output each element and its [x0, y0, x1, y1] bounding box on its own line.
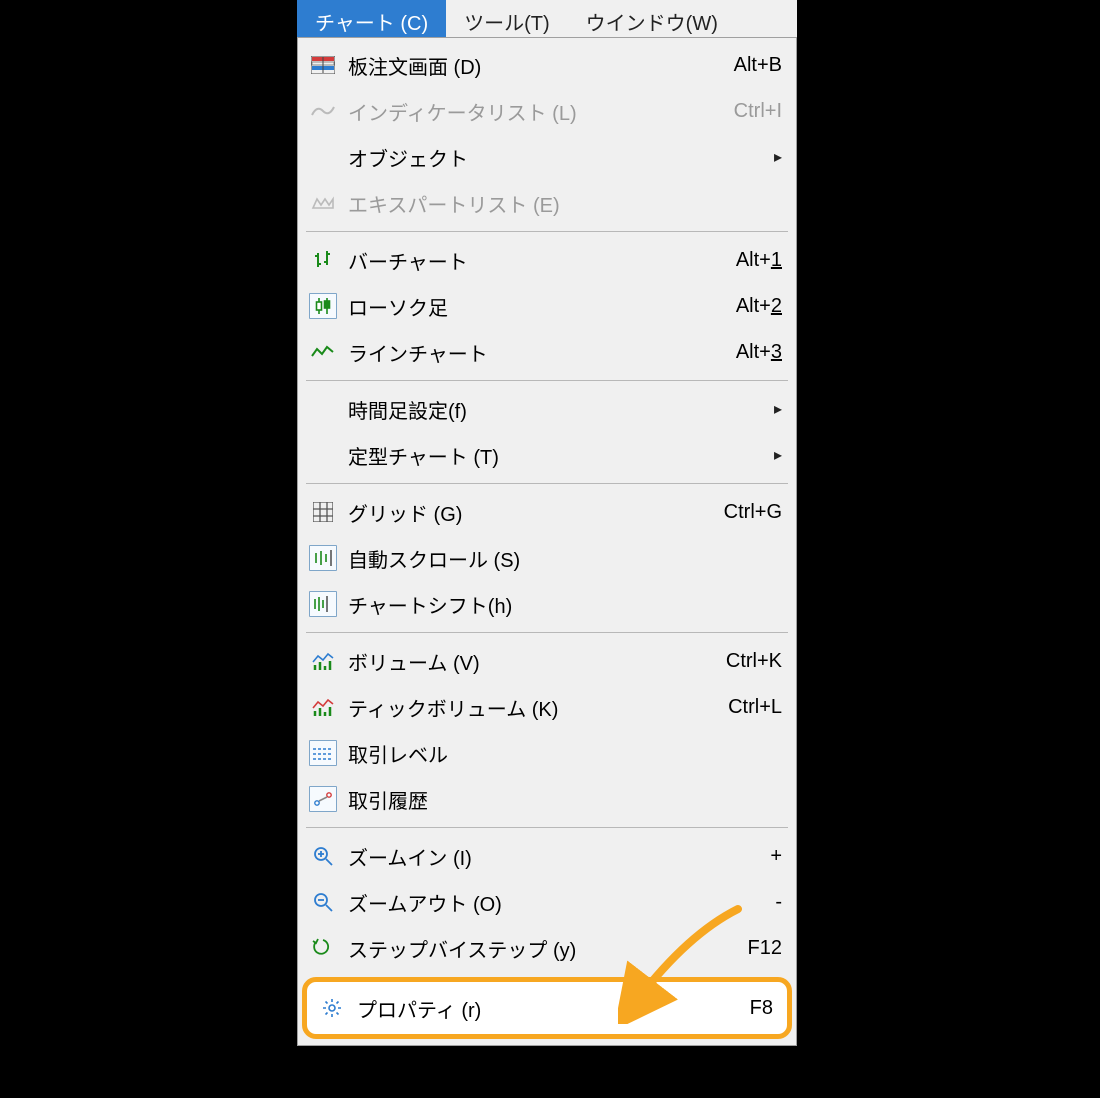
- menu-item-label: プロパティ (r): [357, 994, 699, 1023]
- menu-item-shortcut: Alt+3: [708, 341, 796, 364]
- menu-indicator-list: インディケータリスト (L) Ctrl+I: [298, 88, 796, 134]
- menu-bar-chart[interactable]: バーチャート Alt+1: [298, 237, 796, 283]
- menu-zoom-out[interactable]: ズームアウト (O) -: [298, 879, 796, 925]
- menu-item-shortcut: Alt+2: [708, 295, 796, 318]
- zoom-out-icon: [309, 889, 337, 915]
- menu-item-label: チャートシフト(h): [348, 590, 708, 619]
- menu-item-label: バーチャート: [348, 246, 708, 275]
- depth-icon: [309, 52, 337, 78]
- menu-item-label: ティックボリューム (K): [348, 693, 708, 722]
- chart-dropdown: 板注文画面 (D) Alt+B インディケータリスト (L) Ctrl+I オブ…: [297, 38, 797, 1046]
- menu-item-label: 定型チャート (T): [348, 441, 760, 470]
- menu-item-label: ボリューム (V): [348, 647, 708, 676]
- gear-icon: [318, 995, 346, 1021]
- menu-item-label: ローソク足: [348, 292, 708, 321]
- tick-volume-icon: [309, 694, 337, 720]
- menu-separator: [306, 231, 788, 232]
- menubar: チャート (C) ツール(T) ウインドウ(W): [297, 0, 797, 38]
- menu-item-label: インディケータリスト (L): [348, 97, 708, 126]
- menu-item-shortcut: -: [708, 891, 796, 914]
- menu-item-shortcut: Ctrl+L: [708, 696, 796, 719]
- annotation-highlight-box: プロパティ (r) F8: [302, 977, 792, 1039]
- step-icon: [309, 935, 337, 961]
- menu-item-shortcut: Ctrl+K: [708, 650, 796, 673]
- line-chart-icon: [309, 339, 337, 365]
- submenu-arrow-icon: ▸: [760, 399, 796, 419]
- candlestick-icon: [309, 293, 337, 319]
- expert-icon: [309, 190, 337, 216]
- menu-objects[interactable]: オブジェクト ▸: [298, 134, 796, 180]
- menu-separator: [306, 483, 788, 484]
- menu-line-chart[interactable]: ラインチャート Alt+3: [298, 329, 796, 375]
- menu-grid[interactable]: グリッド (G) Ctrl+G: [298, 489, 796, 535]
- menu-item-label: オブジェクト: [348, 143, 760, 172]
- menu-item-shortcut: Alt+1: [708, 249, 796, 272]
- trade-levels-icon: [309, 740, 337, 766]
- menu-expert-list: エキスパートリスト (E): [298, 180, 796, 226]
- menu-step-by-step[interactable]: ステップバイステップ (y) F12: [298, 925, 796, 971]
- menu-separator: [306, 632, 788, 633]
- submenu-arrow-icon: ▸: [760, 147, 796, 167]
- chart-shift-icon: [309, 591, 337, 617]
- menu-item-shortcut: F8: [699, 997, 787, 1020]
- menu-timeframes[interactable]: 時間足設定(f) ▸: [298, 386, 796, 432]
- menu-item-label: ズームアウト (O): [348, 888, 708, 917]
- menu-candlestick[interactable]: ローソク足 Alt+2: [298, 283, 796, 329]
- menu-item-label: ステップバイステップ (y): [348, 934, 708, 963]
- menu-item-label: 取引レベル: [348, 739, 708, 768]
- menu-chart-shift[interactable]: チャートシフト(h): [298, 581, 796, 627]
- menu-item-label: ラインチャート: [348, 338, 708, 367]
- menu-properties[interactable]: プロパティ (r) F8: [307, 984, 787, 1032]
- bar-chart-icon: [309, 247, 337, 273]
- autoscroll-icon: [309, 545, 337, 571]
- menu-item-shortcut: +: [708, 845, 796, 868]
- trade-history-icon: [309, 786, 337, 812]
- menu-autoscroll[interactable]: 自動スクロール (S): [298, 535, 796, 581]
- grid-icon: [309, 499, 337, 525]
- menu-tick-volume[interactable]: ティックボリューム (K) Ctrl+L: [298, 684, 796, 730]
- menu-item-label: 取引履歴: [348, 785, 708, 814]
- menu-item-shortcut: F12: [708, 937, 796, 960]
- menu-depth-of-market[interactable]: 板注文画面 (D) Alt+B: [298, 42, 796, 88]
- chart-menu-screenshot: チャート (C) ツール(T) ウインドウ(W) 板注文画面 (D) Alt+B: [297, 0, 797, 1046]
- menu-volume[interactable]: ボリューム (V) Ctrl+K: [298, 638, 796, 684]
- submenu-arrow-icon: ▸: [760, 445, 796, 465]
- menubar-window[interactable]: ウインドウ(W): [568, 0, 736, 37]
- menubar-chart[interactable]: チャート (C): [297, 0, 446, 37]
- menu-trade-levels[interactable]: 取引レベル: [298, 730, 796, 776]
- menu-item-label: グリッド (G): [348, 498, 708, 527]
- menu-separator: [306, 827, 788, 828]
- menu-templates[interactable]: 定型チャート (T) ▸: [298, 432, 796, 478]
- menu-item-label: エキスパートリスト (E): [348, 189, 708, 218]
- menu-separator: [306, 380, 788, 381]
- indicators-icon: [309, 98, 337, 124]
- menu-item-shortcut: Ctrl+G: [708, 501, 796, 524]
- menu-item-shortcut: Ctrl+I: [708, 100, 796, 123]
- menu-item-shortcut: Alt+B: [708, 54, 796, 77]
- zoom-in-icon: [309, 843, 337, 869]
- menu-zoom-in[interactable]: ズームイン (I) +: [298, 833, 796, 879]
- menubar-tools[interactable]: ツール(T): [446, 0, 568, 37]
- menu-item-label: ズームイン (I): [348, 842, 708, 871]
- menu-item-label: 自動スクロール (S): [348, 544, 708, 573]
- volume-icon: [309, 648, 337, 674]
- menu-item-label: 時間足設定(f): [348, 395, 760, 424]
- menu-item-label: 板注文画面 (D): [348, 51, 708, 80]
- menu-trade-history[interactable]: 取引履歴: [298, 776, 796, 822]
